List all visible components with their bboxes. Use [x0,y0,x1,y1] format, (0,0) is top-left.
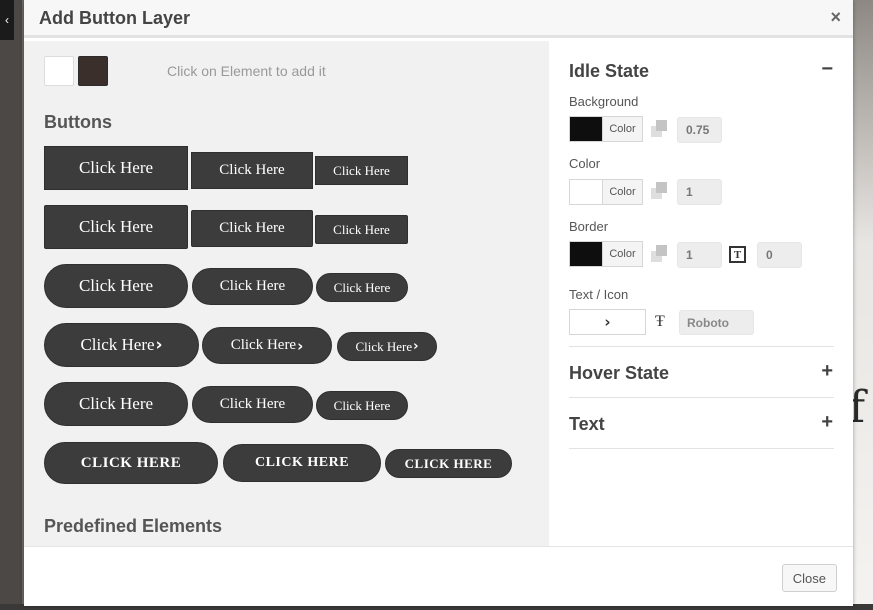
backdrop-right [853,0,873,610]
button-preset-square-medium[interactable]: Click Here [191,152,313,189]
button-preset-pill-small[interactable]: Click Here [316,273,408,302]
element-library: Click on Element to add it Buttons Click… [24,41,549,546]
border-radius-icon: T [729,246,746,263]
add-element-hint: Click on Element to add it [167,63,326,79]
section-divider [569,346,834,347]
text-icon-label: Text / Icon [569,287,629,302]
button-preset-rounded-medium[interactable]: Click Here [191,210,313,247]
predefined-elements-heading: Predefined Elements [44,516,223,536]
hover-state-heading[interactable]: Hover State [569,363,669,384]
buttons-heading: Buttons [44,112,112,132]
section-divider [569,448,834,449]
icon-picker[interactable]: › [569,309,646,335]
button-preset-square-large[interactable]: Click Here [44,146,188,190]
button-preset-caps-small[interactable]: CLICK HERE [385,449,512,478]
text-opacity-input[interactable]: 1 [677,179,722,205]
border-label: Border [569,219,609,234]
color-label: Color [569,156,601,171]
chevron-right-icon: › [604,313,611,331]
border-radius-input[interactable]: 0 [757,242,802,268]
button-preset-pill-alt-small[interactable]: Click Here [316,391,408,420]
light-preview-swatch[interactable] [44,56,74,86]
chevron-right-icon: › [155,335,163,355]
background-color-label: Color [602,117,642,141]
expand-text-section-icon[interactable]: + [821,411,833,434]
dark-preview-swatch[interactable] [78,56,108,86]
border-width-input[interactable]: 1 [677,242,722,268]
backdrop-left [0,0,22,610]
text-color-label: Color [602,180,642,204]
close-icon[interactable]: × [830,7,841,28]
button-preset-pill-alt-large[interactable]: Click Here [44,382,188,426]
background-opacity-input[interactable]: 0.75 [677,117,722,143]
style-panel: Idle State − Background Color 0.75 Color… [549,41,853,546]
button-preset-square-small[interactable]: Click Here [315,156,408,185]
font-family-icon: Ŧ [655,313,665,330]
border-swatch [570,242,602,266]
dialog-title: Add Button Layer [39,8,190,28]
text-color-picker[interactable]: Color [569,179,643,205]
text-color-swatch [570,180,602,204]
background-swatch [570,117,602,141]
font-family-input[interactable]: Roboto [679,310,754,335]
chevron-right-icon: › [413,339,419,354]
backdrop-nav-arrow[interactable]: ‹ [0,0,14,40]
chevron-right-icon: › [297,336,304,355]
opacity-icon [651,182,669,200]
background-color-picker[interactable]: Color [569,116,643,142]
background-label: Background [569,94,639,109]
text-section-heading[interactable]: Text [569,414,605,435]
border-width-icon [651,245,669,263]
button-preset-caps-medium[interactable]: CLICK HERE [223,444,381,482]
collapse-idle-state-icon[interactable]: − [821,58,833,81]
button-preset-chevron-medium[interactable]: Click Here › [202,327,332,364]
dialog-footer: Close [24,546,853,606]
button-preset-pill-medium[interactable]: Click Here [192,268,313,305]
button-preset-pill-alt-medium[interactable]: Click Here [192,386,313,423]
border-color-picker[interactable]: Color [569,241,643,267]
button-preset-pill-large[interactable]: Click Here [44,264,188,308]
idle-state-heading: Idle State [569,61,650,81]
button-preset-chevron-small[interactable]: Click Here › [337,332,437,361]
opacity-icon [651,120,669,138]
button-preset-caps-large[interactable]: CLICK HERE [44,442,218,484]
add-button-layer-dialog: Add Button Layer × Click on Element to a… [24,0,853,606]
button-preset-chevron-large[interactable]: Click Here › [44,323,199,367]
section-divider [569,397,834,398]
button-preset-rounded-small[interactable]: Click Here [315,215,408,244]
dialog-header: Add Button Layer × [24,0,853,38]
button-preset-rounded-large[interactable]: Click Here [44,205,188,249]
border-color-label: Color [602,242,642,266]
close-button[interactable]: Close [781,564,837,592]
expand-hover-state-icon[interactable]: + [821,360,833,383]
